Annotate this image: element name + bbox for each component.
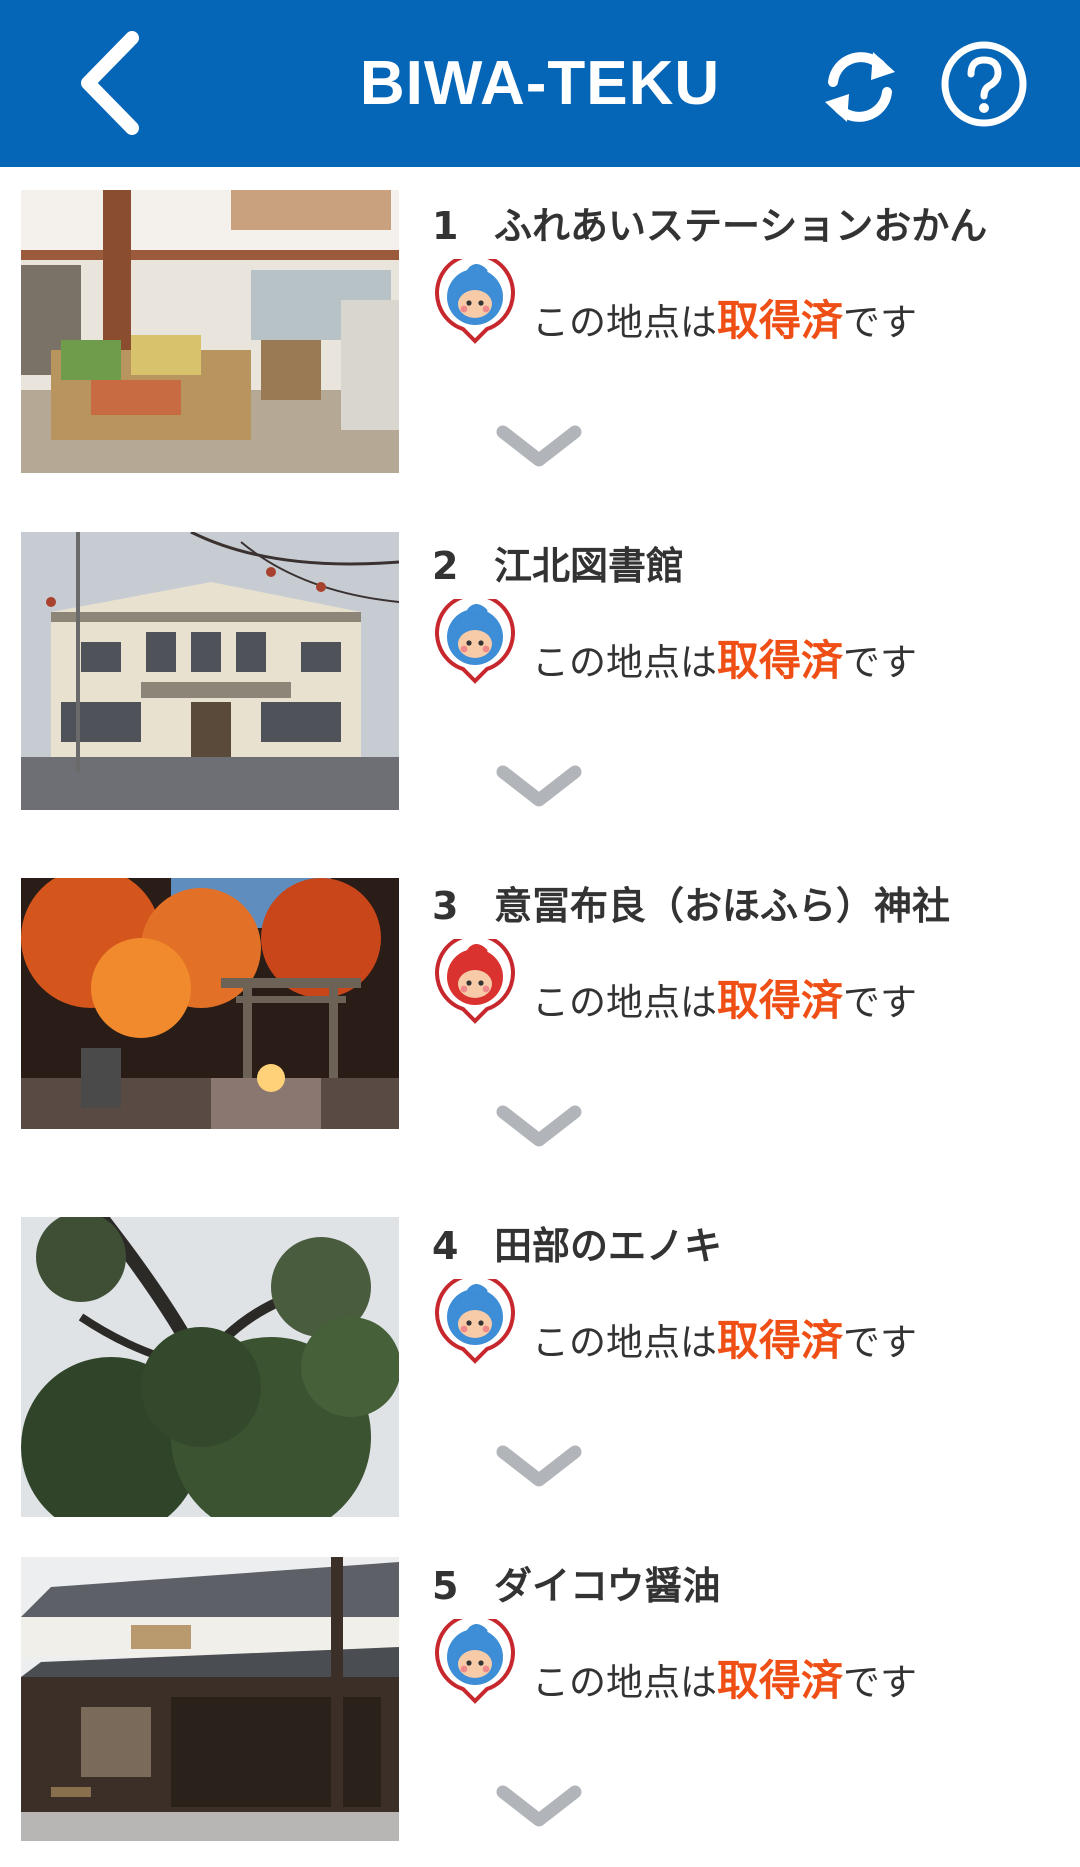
refresh-button[interactable]	[815, 42, 905, 132]
collected-status: この地点は取得済です	[532, 636, 918, 685]
collected-highlight: 取得済	[717, 976, 844, 1025]
collected-badge-icon	[435, 259, 515, 344]
chevron-down-icon[interactable]	[493, 422, 585, 472]
spot-name: 2 江北図書館	[432, 544, 685, 588]
chevron-down-icon[interactable]	[493, 1102, 585, 1152]
collected-badge-icon	[435, 1279, 515, 1364]
collected-highlight: 取得済	[717, 1316, 844, 1365]
spot-name: 5 ダイコウ醤油	[432, 1564, 721, 1608]
spot-photo	[21, 532, 399, 810]
spot-photo	[21, 1557, 399, 1841]
collected-status: この地点は取得済です	[532, 296, 918, 345]
refresh-icon	[825, 52, 895, 122]
spot-item[interactable]: 1 ふれあいステーションおかん この地点は取得済です	[0, 167, 1080, 507]
spot-name: 3 意冨布良（おほふら）神社	[432, 884, 951, 928]
spot-name: 1 ふれあいステーションおかん	[432, 204, 988, 248]
chevron-down-icon[interactable]	[493, 1442, 585, 1492]
collected-status: この地点は取得済です	[532, 976, 918, 1025]
spot-name: 4 田部のエノキ	[432, 1224, 723, 1268]
spot-photo	[21, 878, 399, 1129]
app-title: BIWA-TEKU	[359, 49, 721, 118]
collected-highlight: 取得済	[717, 1656, 844, 1705]
collected-badge-icon	[435, 599, 515, 684]
collected-highlight: 取得済	[717, 296, 844, 345]
chevron-down-icon[interactable]	[493, 762, 585, 812]
collected-highlight: 取得済	[717, 636, 844, 685]
collected-status: この地点は取得済です	[532, 1316, 918, 1365]
help-button[interactable]	[940, 40, 1028, 128]
collected-badge-icon	[435, 939, 515, 1024]
help-circle-icon	[941, 41, 1027, 127]
spot-photo	[21, 1217, 399, 1517]
spot-photo	[21, 190, 399, 473]
collected-badge-icon	[435, 1619, 515, 1704]
spot-item[interactable]: 5 ダイコウ醤油 この地点は取得済です	[0, 1527, 1080, 1867]
spot-item[interactable]: 4 田部のエノキ この地点は取得済です	[0, 1187, 1080, 1527]
spot-list: 1 ふれあいステーションおかん この地点は取得済です 2 江北図書館 この地点は…	[0, 167, 1080, 1867]
chevron-down-icon[interactable]	[493, 1782, 585, 1832]
spot-item[interactable]: 3 意冨布良（おほふら）神社 この地点は取得済です	[0, 847, 1080, 1187]
app-header: BIWA-TEKU	[0, 0, 1080, 167]
spot-item[interactable]: 2 江北図書館 この地点は取得済です	[0, 507, 1080, 847]
collected-status: この地点は取得済です	[532, 1656, 918, 1705]
